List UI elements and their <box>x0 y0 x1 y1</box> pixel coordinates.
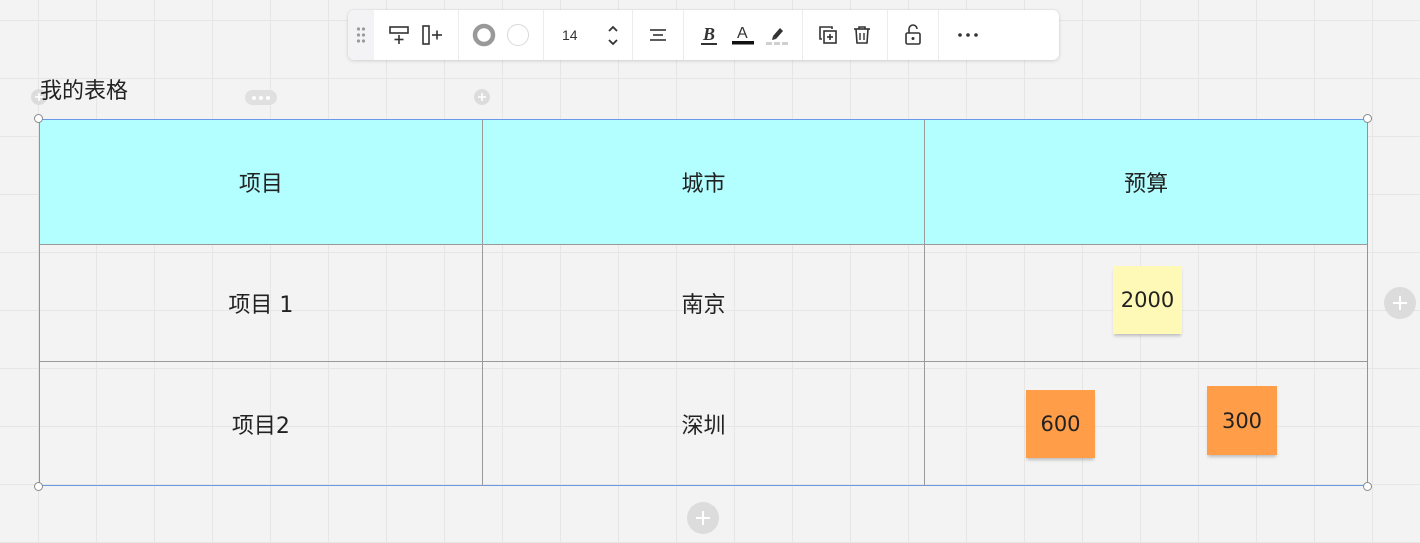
align-center-icon <box>650 29 666 41</box>
sticky-note[interactable]: 300 <box>1207 386 1277 455</box>
toolbar-group-edit <box>803 10 888 60</box>
toolbar-drag-handle[interactable] <box>348 10 374 60</box>
text-color-button[interactable]: A <box>726 18 760 52</box>
table-cell[interactable]: 南京 <box>481 244 926 362</box>
bold-icon: B <box>701 24 717 45</box>
dot-icon <box>252 95 256 100</box>
text-color-icon: A <box>732 25 754 45</box>
table-cell[interactable]: 项目 1 <box>40 244 483 362</box>
border-color-icon <box>472 23 496 47</box>
chevron-down-icon <box>608 38 618 45</box>
drag-dots-icon <box>356 27 366 43</box>
svg-text:B: B <box>702 24 715 44</box>
insert-column-icon <box>422 25 442 45</box>
font-size-up-button[interactable] <box>606 22 620 34</box>
more-button[interactable] <box>947 18 989 52</box>
plus-icon <box>1393 296 1407 310</box>
plus-icon <box>478 93 486 101</box>
insert-row-button[interactable] <box>382 18 416 52</box>
highlight-button[interactable] <box>760 18 794 52</box>
font-size-value[interactable]: 14 <box>562 27 578 43</box>
resize-handle-top-right[interactable] <box>1363 114 1372 123</box>
unlock-icon <box>905 24 921 45</box>
lock-button[interactable] <box>896 18 930 52</box>
toolbar-group-lock <box>888 10 939 60</box>
sticky-note[interactable]: 2000 <box>1113 266 1182 334</box>
add-row-bottom-button[interactable] <box>687 502 719 534</box>
add-column-button[interactable] <box>474 89 490 105</box>
delete-button[interactable] <box>845 18 879 52</box>
table-cell[interactable]: 深圳 <box>481 361 926 486</box>
table-title[interactable]: 我的表格 <box>40 77 128 107</box>
border-color-button[interactable] <box>467 18 501 52</box>
toolbar-group-font: 14 <box>544 10 633 60</box>
toolbar-group-more <box>939 10 997 60</box>
svg-text:A: A <box>737 25 748 42</box>
text-align-button[interactable] <box>641 18 675 52</box>
header-cell-project[interactable]: 项目 <box>40 120 483 245</box>
more-horizontal-icon <box>958 33 978 37</box>
header-cell-budget[interactable]: 预算 <box>924 120 1367 245</box>
fill-color-button[interactable] <box>501 18 535 52</box>
font-size-stepper <box>606 22 620 48</box>
header-cell-city[interactable]: 城市 <box>481 120 926 245</box>
add-row-right-button[interactable] <box>1384 287 1416 319</box>
duplicate-icon <box>819 26 837 44</box>
trash-icon <box>854 26 870 44</box>
table-row: 项目2 深圳 <box>40 361 1367 486</box>
sticky-note[interactable]: 600 <box>1026 390 1095 458</box>
toolbar-group-structure <box>374 10 459 60</box>
table-header-row: 项目 城市 预算 <box>40 120 1367 245</box>
resize-handle-bottom-right[interactable] <box>1363 482 1372 491</box>
font-size-down-button[interactable] <box>606 36 620 48</box>
highlight-pen-icon <box>766 28 788 45</box>
table-cell[interactable]: 项目2 <box>40 361 483 486</box>
chevron-up-icon <box>608 25 618 32</box>
dot-icon <box>259 95 263 100</box>
insert-row-icon <box>389 26 409 44</box>
table-toolbar: 14 B A <box>348 10 1059 60</box>
column-options-button[interactable] <box>245 90 277 105</box>
dot-icon <box>266 95 270 100</box>
resize-handle-top-left[interactable] <box>34 114 43 123</box>
toolbar-group-text-style: B A <box>684 10 803 60</box>
insert-column-button[interactable] <box>416 18 450 52</box>
toolbar-group-align <box>633 10 684 60</box>
plus-icon <box>696 511 710 525</box>
font-size-control: 14 <box>552 18 624 52</box>
resize-handle-bottom-left[interactable] <box>34 482 43 491</box>
fill-color-icon <box>507 24 529 46</box>
duplicate-button[interactable] <box>811 18 845 52</box>
toolbar-group-colors <box>459 10 544 60</box>
table-cell[interactable] <box>924 361 1367 486</box>
bold-button[interactable]: B <box>692 18 726 52</box>
